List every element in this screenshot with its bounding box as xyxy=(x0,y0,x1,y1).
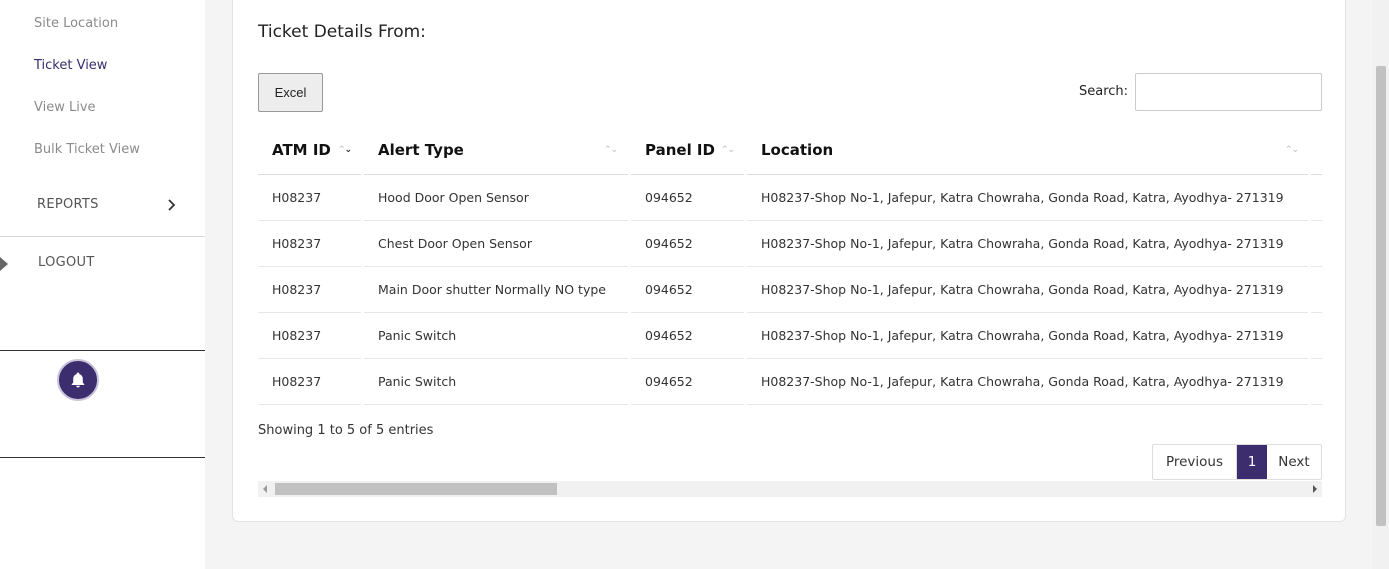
sidebar-item-reports[interactable]: REPORTS xyxy=(37,197,99,212)
cell-location: H08237-Shop No-1, Jafepur, Katra Chowrah… xyxy=(747,267,1308,313)
next-page-button[interactable]: Next xyxy=(1267,445,1321,479)
ticket-table: ATM ID ⌃⌄ Alert Type ⌃⌄ Panel ID ⌃⌄ Loca… xyxy=(258,125,1322,405)
pagination: Previous 1 Next xyxy=(1152,444,1322,480)
sort-asc-active-icon[interactable]: ⌃⌄ xyxy=(338,145,352,155)
cell-panel-id: 094652 xyxy=(631,221,744,267)
ticket-details-card: Ticket Details From: Excel Search: ATM I… xyxy=(232,0,1346,522)
cell-panel-id: 094652 xyxy=(631,313,744,359)
sort-icon[interactable]: ⌃⌄ xyxy=(604,145,618,155)
notification-button[interactable] xyxy=(57,359,99,401)
cell-alert-type: Panic Switch xyxy=(364,359,628,405)
sidebar: Site Location Ticket View View Live Bulk… xyxy=(0,0,205,569)
table-row[interactable]: H08237 Hood Door Open Sensor 094652 H082… xyxy=(258,175,1322,221)
triangle-right-icon xyxy=(0,257,8,271)
sidebar-divider xyxy=(0,457,205,458)
scroll-left-icon[interactable] xyxy=(263,485,267,493)
cell-truncated: H xyxy=(1311,267,1322,313)
scrollbar-thumb[interactable] xyxy=(275,483,557,495)
column-header-label: Location xyxy=(761,140,834,159)
table-row[interactable]: H08237 Main Door shutter Normally NO typ… xyxy=(258,267,1322,313)
cell-location: H08237-Shop No-1, Jafepur, Katra Chowrah… xyxy=(747,359,1308,405)
sort-icon[interactable]: ⌃⌄ xyxy=(1285,145,1299,155)
scrollbar-thumb[interactable] xyxy=(1376,66,1386,526)
ticket-table-wrapper: ATM ID ⌃⌄ Alert Type ⌃⌄ Panel ID ⌃⌄ Loca… xyxy=(258,125,1322,410)
cell-truncated: H xyxy=(1311,313,1322,359)
column-header-truncated[interactable]: A xyxy=(1311,125,1322,175)
table-row[interactable]: H08237 Panic Switch 094652 H08237-Shop N… xyxy=(258,359,1322,405)
horizontal-scrollbar[interactable] xyxy=(258,481,1322,497)
bell-icon xyxy=(71,372,85,388)
cell-alert-type: Main Door shutter Normally NO type xyxy=(364,267,628,313)
cell-location: H08237-Shop No-1, Jafepur, Katra Chowrah… xyxy=(747,221,1308,267)
cell-alert-type: Panic Switch xyxy=(364,313,628,359)
sort-icon[interactable]: ⌃⌄ xyxy=(721,145,735,155)
sidebar-item-logout[interactable]: LOGOUT xyxy=(38,255,95,270)
cell-panel-id: 094652 xyxy=(631,267,744,313)
excel-export-button[interactable]: Excel xyxy=(258,73,323,112)
sidebar-item-site-location[interactable]: Site Location xyxy=(34,16,118,31)
sidebar-divider xyxy=(0,236,205,237)
table-row[interactable]: H08237 Chest Door Open Sensor 094652 H08… xyxy=(258,221,1322,267)
page-1-button[interactable]: 1 xyxy=(1237,445,1267,479)
column-header-label: ATM ID xyxy=(272,140,331,159)
vertical-scrollbar[interactable] xyxy=(1372,0,1389,569)
cell-truncated: H xyxy=(1311,175,1322,221)
cell-atm-id: H08237 xyxy=(258,175,361,221)
table-header-row: ATM ID ⌃⌄ Alert Type ⌃⌄ Panel ID ⌃⌄ Loca… xyxy=(258,125,1322,175)
sidebar-item-bulk-ticket-view[interactable]: Bulk Ticket View xyxy=(34,142,140,157)
column-header-label: Panel ID xyxy=(645,140,715,159)
cell-truncated: H xyxy=(1311,359,1322,405)
search-input[interactable] xyxy=(1135,73,1322,111)
column-header-atm-id[interactable]: ATM ID ⌃⌄ xyxy=(258,125,361,175)
cell-atm-id: H08237 xyxy=(258,313,361,359)
column-header-location[interactable]: Location ⌃⌄ xyxy=(747,125,1308,175)
cell-panel-id: 094652 xyxy=(631,175,744,221)
sidebar-item-view-live[interactable]: View Live xyxy=(34,100,96,115)
page-title: Ticket Details From: xyxy=(258,22,426,42)
cell-atm-id: H08237 xyxy=(258,359,361,405)
cell-truncated: H xyxy=(1311,221,1322,267)
sidebar-divider xyxy=(0,350,205,351)
table-info: Showing 1 to 5 of 5 entries xyxy=(258,423,434,438)
chevron-right-icon[interactable] xyxy=(165,198,177,212)
cell-panel-id: 094652 xyxy=(631,359,744,405)
cell-location: H08237-Shop No-1, Jafepur, Katra Chowrah… xyxy=(747,175,1308,221)
cell-atm-id: H08237 xyxy=(258,267,361,313)
cell-location: H08237-Shop No-1, Jafepur, Katra Chowrah… xyxy=(747,313,1308,359)
previous-page-button[interactable]: Previous xyxy=(1153,445,1237,479)
scroll-right-icon[interactable] xyxy=(1313,485,1317,493)
column-header-panel-id[interactable]: Panel ID ⌃⌄ xyxy=(631,125,744,175)
search-label: Search: xyxy=(1079,84,1129,99)
cell-alert-type: Chest Door Open Sensor xyxy=(364,221,628,267)
column-header-alert-type[interactable]: Alert Type ⌃⌄ xyxy=(364,125,628,175)
cell-alert-type: Hood Door Open Sensor xyxy=(364,175,628,221)
sidebar-item-ticket-view[interactable]: Ticket View xyxy=(34,58,107,73)
column-header-label: Alert Type xyxy=(378,140,464,159)
table-row[interactable]: H08237 Panic Switch 094652 H08237-Shop N… xyxy=(258,313,1322,359)
cell-atm-id: H08237 xyxy=(258,221,361,267)
